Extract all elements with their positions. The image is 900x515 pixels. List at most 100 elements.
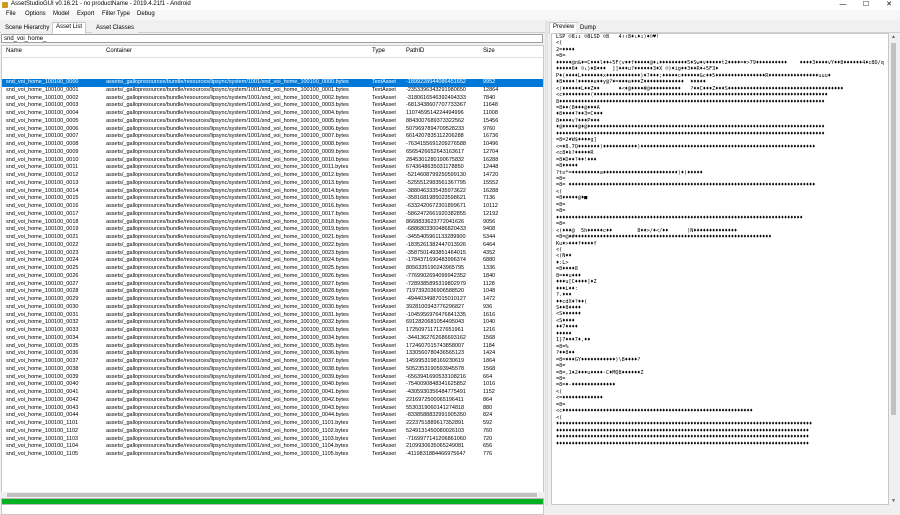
close-icon[interactable]: ✕ [878, 0, 900, 10]
table-row[interactable]: snd_voi_home_100100_0013 assets/_gallopre… [2, 180, 543, 188]
table-row[interactable]: snd_voi_home_100100_0010 assets/_gallopre… [2, 157, 543, 165]
table-row[interactable]: snd_voi_home_100100_0028 assets/_gallopre… [2, 288, 543, 296]
cell-container: assets/_gallopresources/bundle/resources… [106, 427, 349, 434]
table-row[interactable]: snd_voi_home_100100_0001 assets/_gallopre… [2, 87, 543, 95]
table-row[interactable]: snd_voi_home_100100_1102 assets/_gallopre… [2, 428, 543, 436]
table-row[interactable]: snd_voi_home_100100_0033 assets/_gallopre… [2, 327, 543, 335]
cell-type: TextAsset [372, 86, 396, 93]
tab-asset-list[interactable]: Asset List [52, 22, 87, 34]
cell-size: 9760 [483, 125, 496, 132]
app-icon [2, 2, 8, 8]
filter-input[interactable]: snd_voi_home_ [1, 34, 543, 43]
cell-type: TextAsset [372, 234, 396, 240]
scroll-down-icon[interactable]: ▼ [890, 498, 897, 504]
menu-filter-type[interactable]: Filter Type [102, 11, 130, 17]
table-row[interactable]: snd_voi_home_100100_0044 assets/_gallopre… [2, 412, 543, 420]
table-row[interactable]: snd_voi_home_100100_0042 assets/_gallopre… [2, 397, 543, 405]
scroll-up-icon[interactable]: ▲ [890, 34, 897, 40]
table-row[interactable]: snd_voi_home_100100_0011 assets/_gallopre… [2, 164, 543, 172]
table-row[interactable]: snd_voi_home_100100_0004 assets/_gallopre… [2, 110, 543, 118]
tab-asset-classes[interactable]: Asset Classes [92, 23, 139, 34]
cell-size: 1568 [483, 334, 496, 341]
table-row[interactable]: snd_voi_home_100100_0023 assets/_gallopre… [2, 250, 543, 258]
maximize-icon[interactable]: ☐ [855, 0, 877, 10]
table-row[interactable]: snd_voi_home_100100_0019 assets/_gallopre… [2, 226, 543, 234]
table-row[interactable]: snd_voi_home_100100_0000 assets/_gallopre… [2, 79, 543, 87]
table-row[interactable]: snd_voi_home_100100_0029 assets/_gallopre… [2, 296, 543, 304]
table-row[interactable]: snd_voi_home_100100_0014 assets/_gallopre… [2, 188, 543, 196]
cell-size: 6880 [483, 257, 496, 264]
minimize-icon[interactable]: — [832, 0, 854, 10]
table-row[interactable]: snd_voi_home_100100_0025 assets/_gallopre… [2, 265, 543, 273]
column-pathid[interactable]: PathID [406, 48, 424, 54]
table-row[interactable]: snd_voi_home_100100_0016 assets/_gallopre… [2, 203, 543, 211]
menu-export[interactable]: Export [77, 11, 94, 17]
table-row[interactable]: snd_voi_home_100100_0018 assets/_gallopre… [2, 219, 543, 227]
table-row[interactable]: snd_voi_home_100100_1101 assets/_gallopre… [2, 420, 543, 428]
table-row[interactable]: snd_voi_home_100100_0031 assets/_gallopre… [2, 312, 543, 320]
cell-pathid: 1107459514224494996 [406, 110, 464, 116]
cell-name: snd_voi_home_100100_1105 [6, 451, 79, 457]
table-row[interactable]: snd_voi_home_100100_1105 assets/_gallopre… [2, 451, 543, 459]
table-row[interactable]: snd_voi_home_100100_0021 assets/_gallopre… [2, 234, 543, 242]
menu-debug[interactable]: Debug [137, 11, 155, 17]
table-row[interactable]: snd_voi_home_100100_0040 assets/_gallopre… [2, 381, 543, 389]
table-row[interactable]: snd_voi_home_100100_0039 assets/_gallopre… [2, 374, 543, 382]
text-preview[interactable]: LSP ☺8↓↕ ☺8LSD ☺8 4↑↑8♦↓♦↕)♦☺♥! <(2=♦♦♦♦ =… [551, 33, 889, 505]
cell-size: 10112 [483, 203, 498, 209]
table-row[interactable]: snd_voi_home_100100_0002 assets/_gallopre… [2, 95, 543, 103]
table-row[interactable]: snd_voi_home_100100_0022 assets/_gallopre… [2, 242, 543, 250]
table-row[interactable]: snd_voi_home_100100_0024 assets/_gallopre… [2, 257, 543, 265]
cell-name: snd_voi_home_100100_0005 [6, 117, 79, 124]
cell-name: snd_voi_home_100100_0013 [6, 179, 79, 186]
table-row[interactable]: snd_voi_home_100100_0035 assets/_gallopre… [2, 343, 543, 351]
cell-container: assets/_gallopresources/bundle/resources… [106, 257, 349, 264]
table-row[interactable]: snd_voi_home_100100_0032 assets/_gallopre… [2, 319, 543, 327]
vertical-scrollbar-thumb[interactable] [891, 43, 896, 415]
column-type[interactable]: Type [372, 48, 385, 54]
cell-size: 864 [483, 396, 493, 403]
cell-name: snd_voi_home_100100_0015 [6, 195, 79, 202]
table-row[interactable]: snd_voi_home_100100_0005 assets/_gallopre… [2, 118, 543, 126]
table-row[interactable]: snd_voi_home_100100_0036 assets/_gallopre… [2, 350, 543, 358]
cell-name: snd_voi_home_100100_0002 [6, 94, 79, 101]
cell-name: snd_voi_home_100100_0031 [6, 311, 79, 318]
table-row[interactable]: snd_voi_home_100100_1104 assets/_gallopre… [2, 443, 543, 451]
tab-scene-hierarchy[interactable]: Scene Hierarchy [1, 23, 54, 34]
table-row[interactable]: snd_voi_home_100100_0009 assets/_gallopre… [2, 149, 543, 157]
table-row[interactable]: snd_voi_home_100100_0012 assets/_gallopre… [2, 172, 543, 180]
table-row[interactable]: snd_voi_home_100100_0038 assets/_gallopre… [2, 366, 543, 374]
table-row[interactable]: snd_voi_home_100100_0027 assets/_gallopre… [2, 281, 543, 289]
column-name[interactable]: Name [6, 48, 22, 54]
menu-file[interactable]: File [6, 11, 16, 17]
menu-options[interactable]: Options [25, 11, 46, 17]
table-row[interactable]: snd_voi_home_100100_0017 assets/_gallopre… [2, 211, 543, 219]
cell-size: 4352 [483, 249, 496, 256]
table-row[interactable]: snd_voi_home_100100_0041 assets/_gallopre… [2, 389, 543, 397]
cell-container: assets/_gallopresources/bundle/resources… [106, 203, 349, 209]
table-row[interactable]: snd_voi_home_100100_0003 assets/_gallopre… [2, 102, 543, 110]
vertical-scrollbar[interactable]: ▲ ▼ [889, 33, 898, 505]
table-row[interactable]: snd_voi_home_100100_0007 assets/_gallopre… [2, 133, 543, 141]
menu-bar: File Options Model Export Filter Type De… [0, 10, 900, 20]
table-row[interactable]: snd_voi_home_100100_0030 assets/_gallopre… [2, 304, 543, 312]
table-row[interactable]: snd_voi_home_100100_0015 assets/_gallopre… [2, 195, 543, 203]
column-container[interactable]: Container [106, 48, 132, 54]
table-row[interactable]: snd_voi_home_100100_0034 assets/_gallopre… [2, 335, 543, 343]
cell-type: TextAsset [372, 141, 396, 147]
cell-type: TextAsset [372, 296, 396, 302]
menu-model[interactable]: Model [53, 11, 69, 17]
table-row[interactable]: snd_voi_home_100100_0026 assets/_gallopre… [2, 273, 543, 281]
horizontal-scrollbar-thumb[interactable] [7, 493, 537, 497]
cell-pathid: -4119831884466975647 [406, 451, 466, 457]
table-row[interactable]: snd_voi_home_100100_1103 assets/_gallopre… [2, 436, 543, 444]
cell-name: snd_voi_home_100100_0027 [6, 280, 79, 287]
cell-container: assets/_gallopresources/bundle/resources… [106, 296, 349, 302]
table-row[interactable]: snd_voi_home_100100_0006 assets/_gallopre… [2, 126, 543, 134]
cell-type: TextAsset [372, 342, 396, 349]
column-size[interactable]: Size [483, 48, 495, 54]
table-row[interactable]: snd_voi_home_100100_0037 assets/_gallopre… [2, 358, 543, 366]
table-row[interactable]: snd_voi_home_100100_0043 assets/_gallopre… [2, 405, 543, 413]
cell-name: snd_voi_home_100100_0028 [6, 288, 79, 295]
table-row[interactable]: snd_voi_home_100100_0008 assets/_gallopre… [2, 141, 543, 149]
